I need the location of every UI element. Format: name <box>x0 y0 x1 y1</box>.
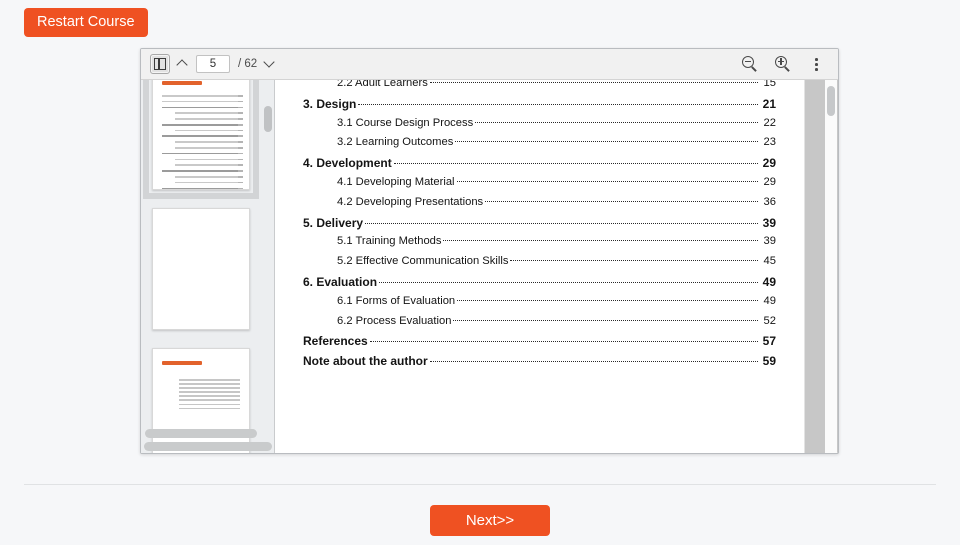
toc-entry[interactable]: 2.2 Adult Learners 15 <box>303 80 776 97</box>
toc-entry-leader <box>429 361 758 363</box>
toc-entry-page: 45 <box>763 255 776 268</box>
toc-entry-leader <box>475 121 758 123</box>
toc-entry-label: 2.2 Adult Learners <box>337 80 428 89</box>
document-area: 2.1 Assessing Needs132.2 Adult Learners1… <box>275 80 838 453</box>
toc-entry-page: 21 <box>762 96 776 111</box>
page-total-label: / 62 <box>238 58 258 70</box>
toc-entry-label: 6.2 Process Evaluation <box>337 314 452 327</box>
toc-entry-page: 36 <box>763 195 776 208</box>
toc-entry-leader <box>358 103 758 105</box>
thumbnail-paragraph-lines <box>179 379 240 412</box>
toc-entry[interactable]: 5. Delivery 39 <box>303 216 776 236</box>
toc-entry-leader <box>453 319 758 321</box>
pdf-toolbar-left-group: / 62 <box>150 54 277 74</box>
toc-entry-page: 39 <box>763 235 776 248</box>
toc-entry-leader <box>510 260 758 262</box>
document-scrollbar[interactable] <box>825 80 837 453</box>
toc-entry[interactable]: 3.1 Course Design Process 22 <box>303 117 776 137</box>
toc-entry-label: 5.1 Training Methods <box>337 235 442 248</box>
toc-entry-leader <box>443 240 758 242</box>
toc-entry[interactable]: 3.2 Learning Outcomes 23 <box>303 136 776 156</box>
toc-entry-page: 52 <box>763 314 776 327</box>
toc-entry-leader <box>369 341 758 343</box>
toc-entry[interactable]: 3. Design 21 <box>303 97 776 117</box>
toc-entry-leader <box>485 200 758 202</box>
toc-entry-label: References <box>303 334 368 349</box>
toc-entry-label: 4. Development <box>303 156 392 171</box>
toc-entry-label: 3.1 Course Design Process <box>337 116 474 129</box>
toc-entry-leader <box>365 222 758 224</box>
thumbnail-list <box>141 80 261 453</box>
toc-entry-page: 59 <box>762 354 776 369</box>
thumbnail-scrollbar[interactable] <box>264 84 272 434</box>
page-thumbnail-acknowledgement[interactable] <box>152 348 250 453</box>
toc-entry-leader <box>456 180 758 182</box>
magnifier-plus-icon[interactable] <box>775 55 792 73</box>
sidebar-panel-glyph <box>154 57 166 70</box>
toc-entry-page: 23 <box>763 136 776 149</box>
viewer-horizontal-scrollbar[interactable] <box>144 442 272 451</box>
toc-entry-label: 3. Design <box>303 96 357 111</box>
toc-entry-page: 39 <box>762 215 776 230</box>
pdf-viewer: / 62 <box>140 48 839 454</box>
toc-entry[interactable]: 4. Development 29 <box>303 156 776 176</box>
chevron-up-icon[interactable] <box>176 57 190 71</box>
document-page: 2.1 Assessing Needs132.2 Adult Learners1… <box>275 80 805 453</box>
pdf-toolbar-right-group <box>742 55 829 73</box>
course-player-page: Restart Course / 62 <box>0 0 960 545</box>
thumbnail-horizontal-scrollbar[interactable] <box>145 429 257 438</box>
thumbnail-sidebar[interactable] <box>141 80 275 453</box>
restart-course-button[interactable]: Restart Course <box>24 8 148 37</box>
toc-entry-leader <box>455 141 758 143</box>
toc-entry-label: 5.2 Effective Communication Skills <box>337 255 509 268</box>
chevron-down-icon[interactable] <box>263 57 277 71</box>
magnifier-minus-icon[interactable] <box>742 55 759 73</box>
toc-entry[interactable]: 5.1 Training Methods 39 <box>303 235 776 255</box>
toc-entry[interactable]: 6. Evaluation 49 <box>303 275 776 295</box>
toc-entry-page: 49 <box>762 274 776 289</box>
toc-entry-page: 29 <box>763 175 776 188</box>
toc-entry-label: 4.1 Developing Material <box>337 175 455 188</box>
thumbnail-heading-mark <box>162 81 202 85</box>
toc-entry-leader <box>393 163 758 165</box>
toc-entry-page: 29 <box>762 156 776 171</box>
page-thumbnail-blank[interactable] <box>152 208 250 330</box>
pdf-toolbar: / 62 <box>141 49 838 80</box>
next-button[interactable]: Next>> <box>430 505 550 536</box>
toc-entry-leader <box>379 281 758 283</box>
document-scrollbar-thumb[interactable] <box>827 86 835 116</box>
toc-entry[interactable]: Note about the author 59 <box>303 354 776 374</box>
toc-entry[interactable]: 4.2 Developing Presentations 36 <box>303 196 776 216</box>
toc-entry-page: 49 <box>763 294 776 307</box>
pdf-viewer-body: 2.1 Assessing Needs132.2 Adult Learners1… <box>141 80 838 453</box>
toc-entry-page: 22 <box>763 116 776 129</box>
toc-entry-page: 57 <box>762 334 776 349</box>
table-of-contents: 2.1 Assessing Needs132.2 Adult Learners1… <box>275 80 804 374</box>
toc-entry[interactable]: References 57 <box>303 334 776 354</box>
toc-entry-label: 3.2 Learning Outcomes <box>337 136 454 149</box>
thumbnail-heading-mark <box>162 361 202 365</box>
page-thumbnail-table-of-contents[interactable] <box>143 80 259 199</box>
toc-entry-label: 6. Evaluation <box>303 274 378 289</box>
toc-entry-page: 15 <box>763 80 776 89</box>
toc-entry[interactable]: 4.1 Developing Material 29 <box>303 176 776 196</box>
toc-entry-leader <box>429 82 758 83</box>
toc-entry[interactable]: 6.1 Forms of Evaluation 49 <box>303 295 776 315</box>
thumbnail-scrollbar-thumb[interactable] <box>264 106 272 132</box>
toc-entry-leader <box>457 299 758 301</box>
kebab-menu-icon[interactable] <box>808 56 824 72</box>
toc-entry-label: 5. Delivery <box>303 215 364 230</box>
toc-entry-label: 4.2 Developing Presentations <box>337 195 484 208</box>
footer-divider <box>24 484 936 485</box>
toc-entry[interactable]: 6.2 Process Evaluation 52 <box>303 315 776 335</box>
page-number-input[interactable] <box>196 55 230 73</box>
toc-entry[interactable]: 5.2 Effective Communication Skills 45 <box>303 255 776 275</box>
toc-entry-label: Note about the author <box>303 354 428 369</box>
thumbnail-text-lines <box>162 95 243 189</box>
sidebar-panel-icon[interactable] <box>150 54 170 74</box>
toc-entry-label: 6.1 Forms of Evaluation <box>337 294 456 307</box>
